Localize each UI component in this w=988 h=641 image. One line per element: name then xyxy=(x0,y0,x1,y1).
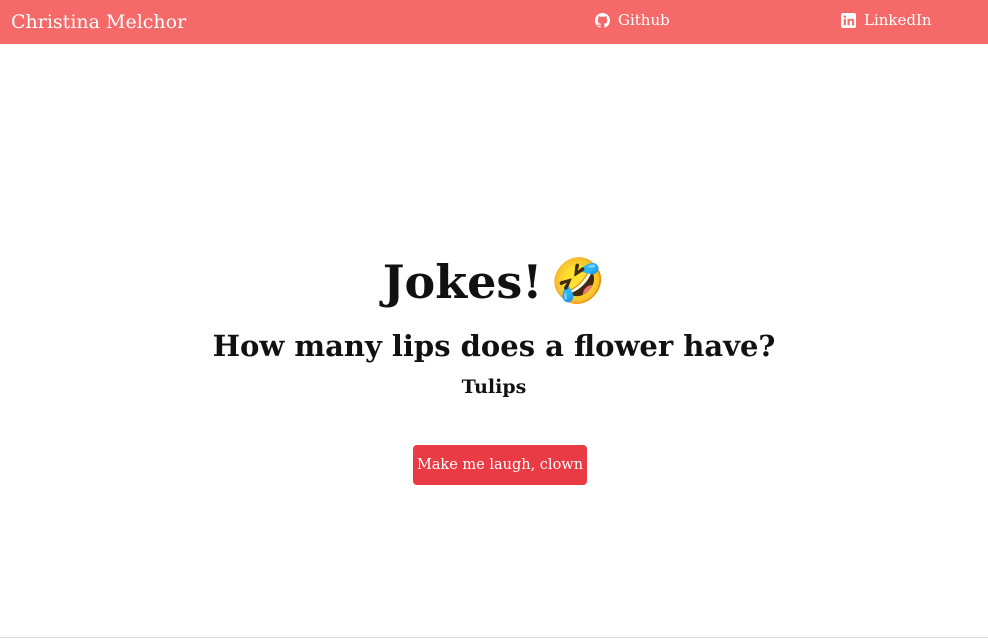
linkedin-label: LinkedIn xyxy=(864,11,932,29)
rofl-emoji-icon: 🤣 xyxy=(550,256,606,307)
linkedin-link[interactable]: LinkedIn xyxy=(841,9,932,31)
new-joke-button[interactable]: Make me laugh, clown xyxy=(413,445,587,485)
title-row: Jokes! 🤣 xyxy=(0,252,988,312)
linkedin-icon xyxy=(841,12,856,28)
github-link[interactable]: Github xyxy=(595,9,670,31)
main-content: Jokes! 🤣 How many lips does a flower hav… xyxy=(0,44,988,637)
navbar: Christina Melchor Github LinkedIn xyxy=(0,0,988,44)
bottom-divider xyxy=(0,637,988,638)
joke-question: How many lips does a flower have? xyxy=(212,329,776,363)
github-icon xyxy=(595,12,610,28)
github-label: Github xyxy=(618,11,670,29)
joke-answer: Tulips xyxy=(461,376,527,398)
brand-link[interactable]: Christina Melchor xyxy=(11,10,186,34)
page-title: Jokes! xyxy=(382,255,543,309)
